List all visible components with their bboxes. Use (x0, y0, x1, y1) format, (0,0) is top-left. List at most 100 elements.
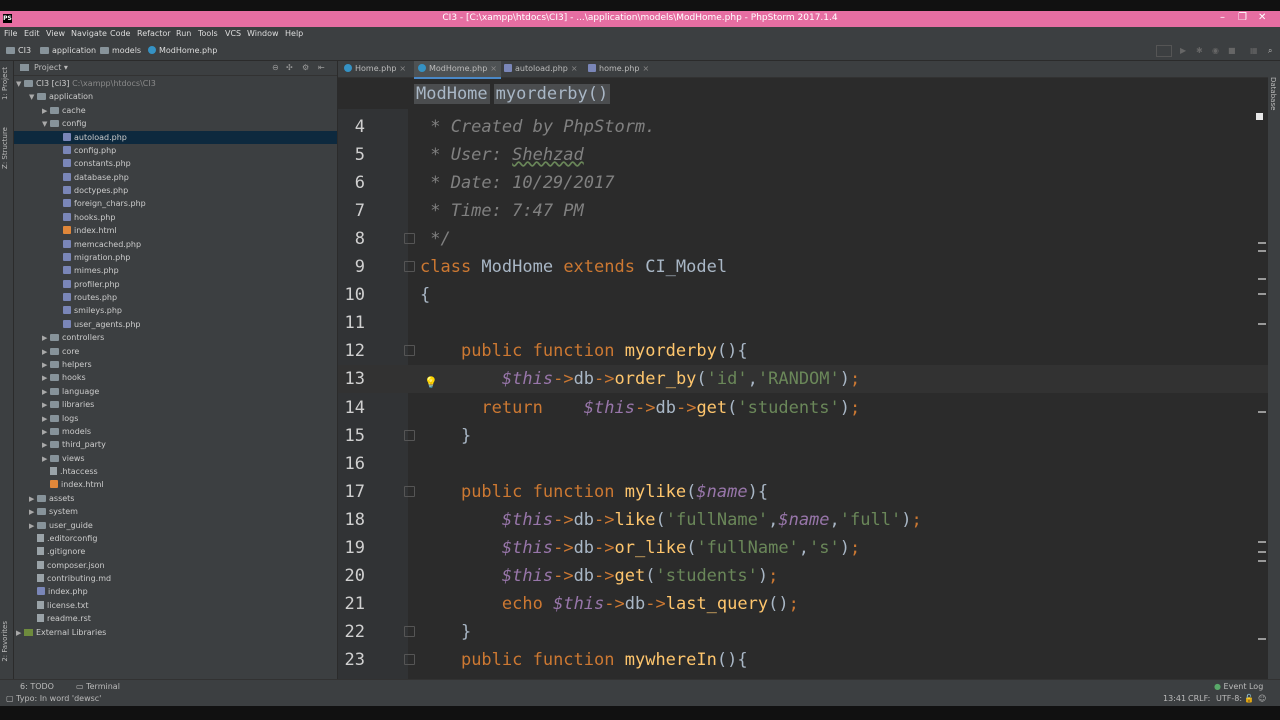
menu-tools[interactable]: Tools (198, 29, 218, 38)
toolwindow-project[interactable]: 1: Project (1, 67, 9, 100)
chevron-down-icon[interactable]: ▼ (16, 78, 24, 91)
error-stripe-mark[interactable] (1258, 293, 1266, 295)
coverage-icon[interactable]: ◉ (1212, 46, 1219, 55)
hide-panel-icon[interactable]: ⇤ (318, 63, 325, 72)
tree-item[interactable]: ▶ assets (14, 492, 337, 505)
debug-icon[interactable]: ✱ (1196, 46, 1203, 55)
error-stripe-mark[interactable] (1258, 250, 1266, 252)
code-line[interactable]: 23 public function mywhereIn(){ (338, 646, 1268, 674)
tree-item[interactable]: index.php (14, 585, 337, 598)
error-stripe-mark[interactable] (1258, 551, 1266, 553)
close-icon[interactable]: ✕ (1258, 12, 1266, 23)
tree-item[interactable]: ▼ config (14, 117, 337, 130)
tree-item[interactable]: index.html (14, 478, 337, 491)
collapse-all-icon[interactable]: ⊖ (272, 63, 279, 72)
tree-item[interactable]: ▼ application (14, 90, 337, 103)
menu-refactor[interactable]: Refactor (137, 29, 171, 38)
tree-item[interactable]: .editorconfig (14, 532, 337, 545)
error-stripe-mark[interactable] (1258, 560, 1266, 562)
chevron-down-icon[interactable]: ▼ (42, 118, 50, 131)
tree-item[interactable]: license.txt (14, 599, 337, 612)
code-line[interactable]: 6 * Date: 10/29/2017 (338, 169, 1268, 197)
code-line[interactable]: 10 { (338, 281, 1268, 309)
tree-item[interactable]: index.html (14, 224, 337, 237)
tree-item[interactable]: config.php (14, 144, 337, 157)
chevron-down-icon[interactable]: ▼ (29, 91, 37, 104)
tree-item[interactable]: doctypes.php (14, 184, 337, 197)
tree-item[interactable]: constants.php (14, 157, 337, 170)
chevron-right-icon[interactable]: ▶ (29, 506, 37, 519)
menu-navigate[interactable]: Navigate (71, 29, 107, 38)
run-icon[interactable]: ▶ (1180, 46, 1186, 55)
todo-tab[interactable]: 6: TODO (20, 682, 54, 691)
code-line[interactable]: 21 echo $this->db->last_query(); (338, 590, 1268, 618)
tree-item[interactable]: ▶ libraries (14, 398, 337, 411)
toolwindow-structure[interactable]: Z: Structure (1, 127, 9, 169)
code-line[interactable]: 14 return $this->db->get('students'); (338, 394, 1268, 422)
tree-item[interactable]: user_agents.php (14, 318, 337, 331)
code-line[interactable]: 12 public function myorderby(){ (338, 337, 1268, 365)
code-line[interactable]: 8 */ (338, 225, 1268, 253)
tab-autoload-php[interactable]: autoload.php × (500, 61, 582, 77)
minimize-icon[interactable]: – (1220, 12, 1225, 23)
breadcrumb-ci3[interactable]: CI3 (6, 46, 31, 55)
menu-file[interactable]: File (4, 29, 17, 38)
menu-window[interactable]: Window (247, 29, 279, 38)
breadcrumb-file[interactable]: ModHome.php (148, 46, 217, 55)
code-line[interactable]: 16 (338, 450, 1268, 478)
close-tab-icon[interactable]: × (642, 64, 649, 73)
chevron-right-icon[interactable]: ▶ (42, 426, 50, 439)
chevron-right-icon[interactable]: ▶ (29, 520, 37, 533)
code-line[interactable]: 20 $this->db->get('students'); (338, 562, 1268, 590)
code-line[interactable]: 7 * Time: 7:47 PM (338, 197, 1268, 225)
code-breadcrumb-method[interactable]: myorderby() (493, 84, 611, 104)
code-breadcrumb-class[interactable]: ModHome (414, 84, 490, 104)
fold-toggle-icon[interactable] (404, 345, 415, 357)
tree-item[interactable]: ▶ cache (14, 104, 337, 117)
chevron-right-icon[interactable]: ▶ (42, 413, 50, 426)
menu-edit[interactable]: Edit (24, 29, 40, 38)
tree-item[interactable]: memcached.php (14, 238, 337, 251)
error-stripe-mark[interactable] (1258, 541, 1266, 543)
line-separator[interactable]: CRLF: (1188, 694, 1210, 703)
code-line[interactable]: 15 } (338, 422, 1268, 450)
chevron-right-icon[interactable]: ▶ (42, 346, 50, 359)
chevron-right-icon[interactable]: ▶ (29, 493, 37, 506)
error-stripe-mark[interactable] (1258, 638, 1266, 640)
tree-item[interactable]: .gitignore (14, 545, 337, 558)
toolwindow-database[interactable]: Database (1269, 77, 1277, 110)
tree-item[interactable]: ▶ third_party (14, 438, 337, 451)
error-stripe-mark[interactable] (1258, 323, 1266, 325)
terminal-tab[interactable]: ▭ Terminal (76, 682, 120, 691)
tree-item[interactable]: ▶ views (14, 452, 337, 465)
error-stripe-mark[interactable] (1258, 242, 1266, 244)
tab-modhome-php[interactable]: ModHome.php × (414, 61, 501, 79)
chevron-right-icon[interactable]: ▶ (42, 332, 50, 345)
chevron-right-icon[interactable]: ▶ (42, 105, 50, 118)
tab-home-view-php[interactable]: home.php × (584, 61, 653, 77)
code-line[interactable]: 22 } (338, 618, 1268, 646)
tree-item[interactable]: hooks.php (14, 211, 337, 224)
tree-item[interactable]: routes.php (14, 291, 337, 304)
tree-item[interactable]: ▶ hooks (14, 371, 337, 384)
tree-item[interactable]: profiler.php (14, 278, 337, 291)
tree-item[interactable]: readme.rst (14, 612, 337, 625)
project-panel-title[interactable]: Project ▾ (34, 63, 68, 72)
fold-toggle-icon[interactable] (404, 625, 415, 637)
error-stripe-mark[interactable] (1258, 278, 1266, 280)
error-stripe-mark[interactable] (1258, 411, 1266, 413)
tree-item[interactable]: ▶ language (14, 385, 337, 398)
code-line[interactable]: 11 (338, 309, 1268, 337)
search-everywhere-icon[interactable]: ⌕ (1268, 46, 1272, 56)
inspection-status-icon[interactable] (1256, 113, 1263, 120)
code-line[interactable]: 9 class ModHome extends CI_Model (338, 253, 1268, 281)
tree-item[interactable]: ▶ system (14, 505, 337, 518)
tree-item[interactable]: ▶ core (14, 345, 337, 358)
tree-item[interactable]: migration.php (14, 251, 337, 264)
code-line[interactable]: 17 public function mylike($name){ (338, 478, 1268, 506)
menu-help[interactable]: Help (285, 29, 303, 38)
tree-item[interactable]: ▶ logs (14, 412, 337, 425)
run-config-dropdown[interactable] (1156, 45, 1172, 57)
tree-item[interactable]: ▶ External Libraries (14, 626, 337, 639)
event-log-tab[interactable]: ● Event Log (1214, 682, 1263, 691)
